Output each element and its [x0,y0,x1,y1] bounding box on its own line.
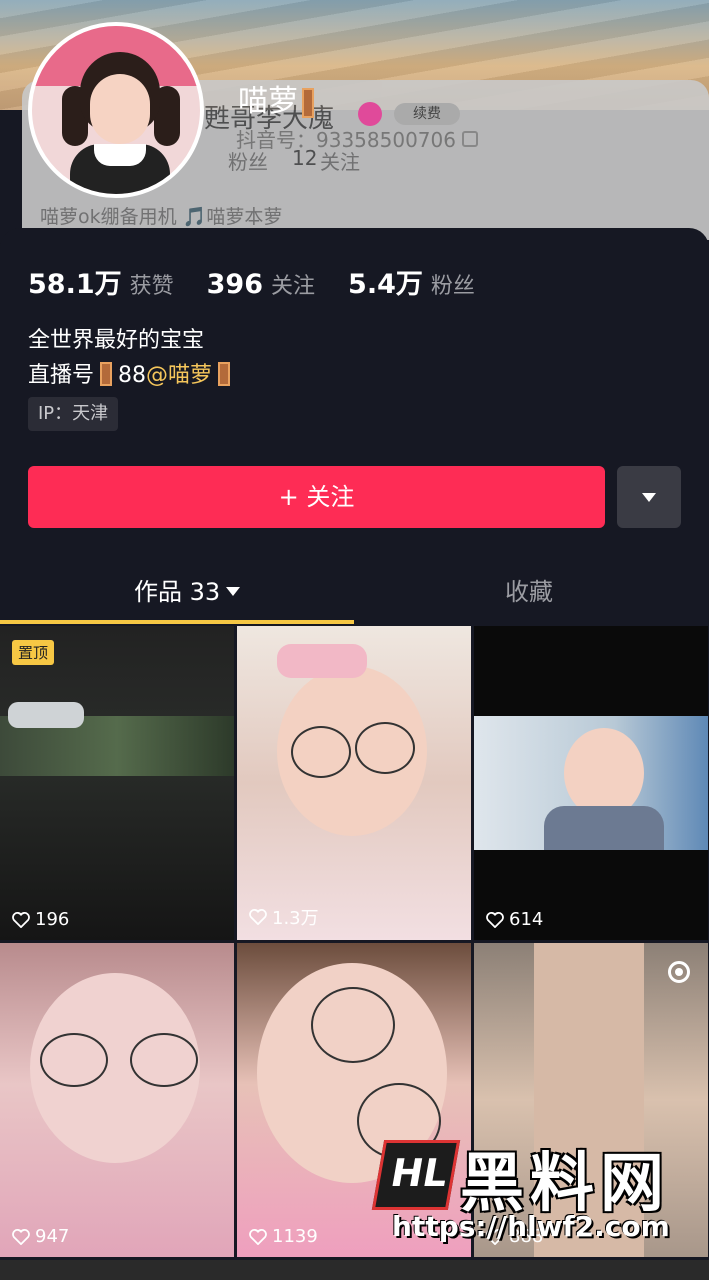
active-tab-indicator [0,620,354,624]
glasses-right [130,1033,198,1087]
video-likes: 614 [486,909,543,930]
likes-label: 获赞 [129,274,174,299]
avatar-face [90,74,150,144]
vip-badge[interactable]: 续费 [394,103,460,125]
heart-icon [249,1228,267,1245]
glasses-left [291,726,351,778]
follow-button[interactable]: + 关注 [28,466,605,528]
following-count[interactable]: 396 [207,269,263,300]
bio-line-2: 直播号 88@喵萝 [28,357,236,389]
video-thumbnail[interactable]: 947 [0,943,234,1257]
pinned-badge: 置顶 [12,640,55,665]
glasses-right [355,722,415,774]
next-row-peek [0,1260,709,1280]
heart-icon [12,911,30,928]
following-label: 关注 [271,274,316,299]
likes-count[interactable]: 58.1万 [28,269,122,300]
parked-car [8,702,84,728]
live-icon [668,961,690,983]
video-likes: 1.3万 [249,904,319,930]
profile-name-text: 喵萝 [238,84,298,119]
more-options-button[interactable] [617,466,681,528]
video-likes: 196 [12,909,69,930]
caret-down-icon [226,587,241,596]
fans-count[interactable]: 5.4万 [348,269,423,300]
bio-live-label: 直播号 [28,363,95,388]
face [564,728,644,818]
video-likes-count: 947 [35,1226,70,1247]
profile-name: 喵萝 [238,76,314,120]
glasses-left [311,987,395,1063]
video-likes-count: 1.3万 [272,908,319,929]
copy-icon[interactable] [461,131,478,147]
door-emoji-icon [218,362,231,386]
glasses-left [40,1033,108,1087]
video-thumbnail[interactable]: 614 [474,626,708,940]
watermark: HL 黑料网 https://hlwf2.com [371,1140,678,1250]
watermark-logo: HL [371,1140,461,1210]
video-thumbnail[interactable]: 置顶 196 [0,626,234,940]
video-thumbnail[interactable]: 1.3万 [237,626,471,940]
video-likes: 1139 [249,1226,318,1247]
verified-icon[interactable] [358,102,382,126]
watermark-logo-text: HL [387,1151,452,1195]
fans-label: 粉丝 [430,274,475,299]
avatar-collar [94,144,146,166]
ip-location-tag: IP：天津 [28,397,119,431]
video-likes-count: 614 [509,909,544,930]
heart-icon [12,1228,30,1245]
douyin-id[interactable]: 抖音号：93358500706 [236,124,478,153]
video-likes-count: 1139 [272,1226,318,1247]
door-emoji-icon [100,362,113,386]
ghost-links: 喵萝ok绷备用机 🎵喵萝本萝 [40,206,283,228]
tab-works-label: 作品 33 [134,578,221,606]
door-emoji-icon [302,87,314,118]
tab-favorites[interactable]: 收藏 [505,572,553,607]
video-frame [474,716,708,850]
heart-icon [486,911,504,928]
hair-bow [277,644,367,678]
bio-mention[interactable]: @喵萝 [146,363,212,388]
bio-line-1: 全世界最好的宝宝 [28,328,205,353]
video-likes-count: 196 [35,909,70,930]
shirt [544,806,664,850]
stats-row: 58.1万 获赞 396 关注 5.4万 粉丝 [28,262,501,301]
caret-down-icon [642,493,656,502]
douyin-id-text: 抖音号：93358500706 [236,128,456,152]
video-likes: 947 [12,1226,69,1247]
heart-icon [249,909,267,925]
bio-live-number: 88 [118,363,147,388]
watermark-url: https://hlwf2.com [392,1210,670,1243]
avatar[interactable] [28,22,204,198]
tab-works[interactable]: 作品 33 [134,572,241,607]
